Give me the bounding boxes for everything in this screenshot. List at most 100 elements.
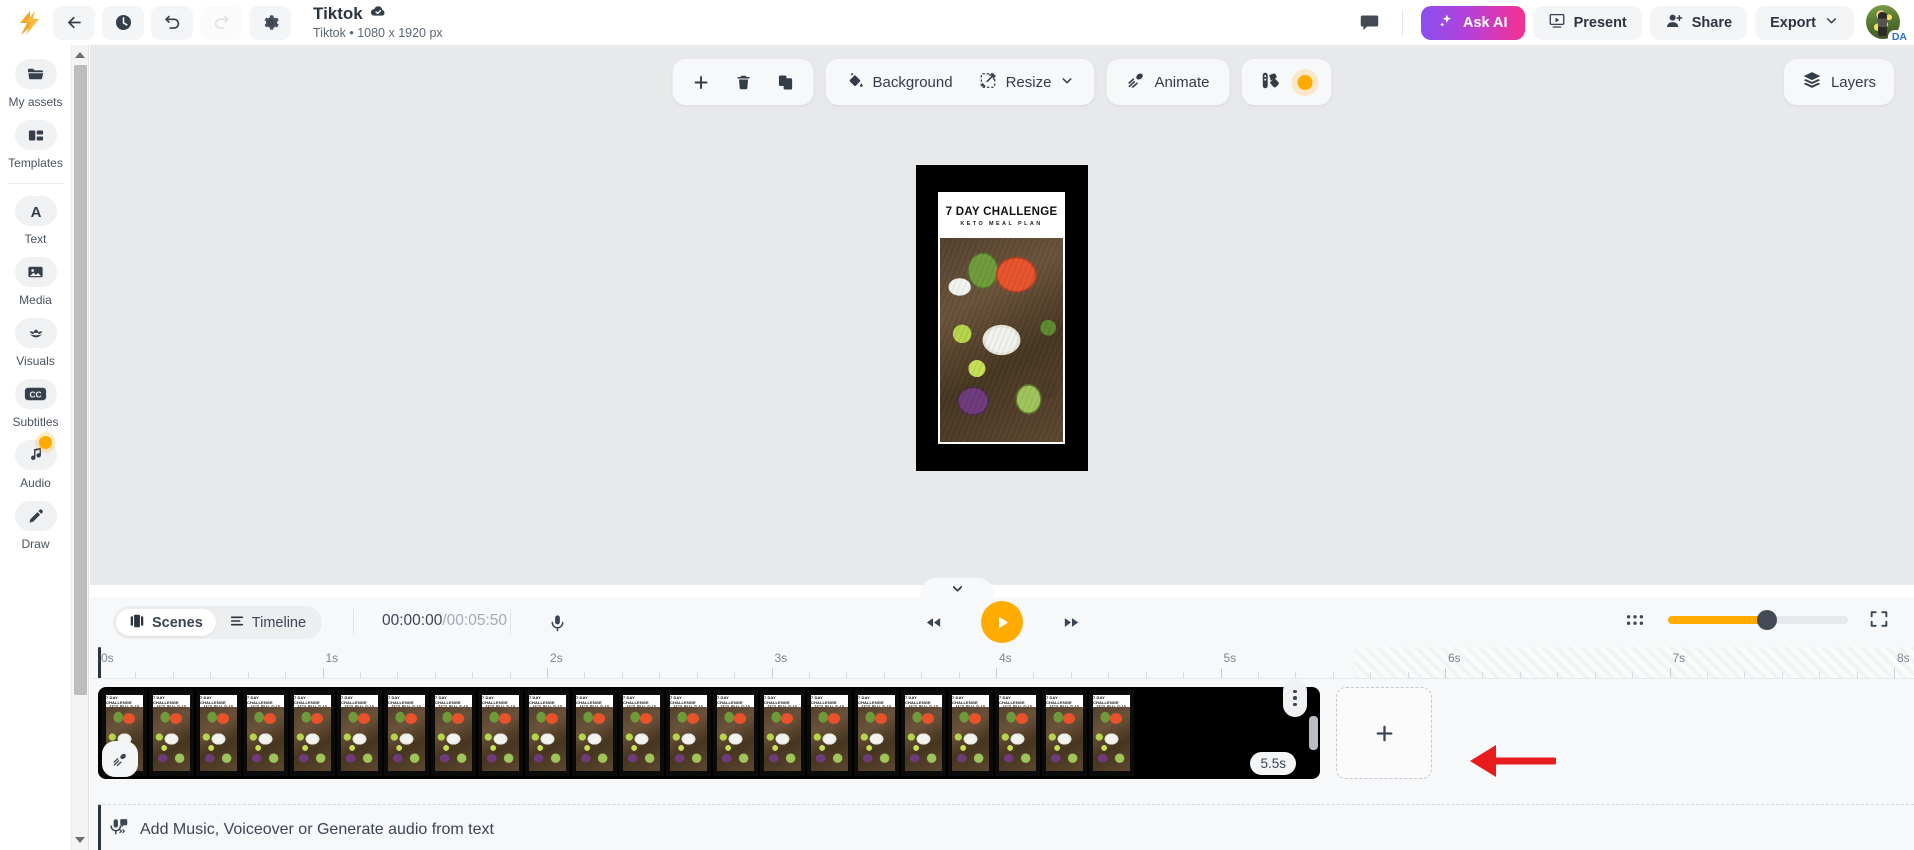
playhead[interactable] — [98, 647, 101, 678]
canvas-stage[interactable]: 7 DAY CHALLENGE KETO MEAL PLAN — [916, 165, 1088, 471]
duplicate-button[interactable] — [766, 63, 806, 101]
frame-poster-title: 7 DAY CHALLENGE — [294, 695, 320, 705]
comment-icon[interactable] — [1348, 6, 1392, 40]
rewind-icon[interactable] — [919, 608, 947, 636]
toolbar-group-page: Background Resize — [825, 59, 1095, 105]
sidebar-item-subtitles[interactable]: CC Subtitles — [3, 379, 69, 429]
dot — [1293, 696, 1297, 700]
export-button[interactable]: Export — [1755, 5, 1854, 40]
scene-menu-button[interactable] — [1283, 679, 1307, 717]
ruler-minor-tick — [958, 672, 960, 678]
sidebar-item-visuals[interactable]: Visuals — [3, 318, 69, 368]
tab-timeline[interactable]: Timeline — [216, 609, 319, 636]
timeline-collapse-handle[interactable] — [920, 578, 994, 600]
frame-poster-subtitle: KETO MEAL PLAN — [1002, 704, 1033, 708]
frame-poster-title: 7 DAY CHALLENGE — [341, 695, 367, 705]
poster-title: 7 DAY CHALLENGE — [945, 205, 1058, 218]
sidebar-item-text[interactable]: A Text — [3, 196, 69, 246]
grid-view-icon[interactable] — [1622, 607, 1648, 633]
scene-animate-button[interactable] — [102, 741, 138, 777]
sidebar-item-media[interactable]: Media — [3, 257, 69, 307]
ruler-minor-tick — [1370, 672, 1372, 678]
sidebar-item-draw[interactable]: Draw — [3, 501, 69, 551]
zoom-slider[interactable] — [1668, 610, 1848, 630]
add-scene-button[interactable] — [1336, 687, 1432, 779]
letter-a-icon: A — [14, 196, 57, 226]
frame-image: 7 DAY CHALLENGE KETO MEAL PLAN — [764, 695, 801, 771]
ruler-tick — [1669, 668, 1671, 678]
frame-poster-header: 7 DAY CHALLENGE KETO MEAL PLAN — [1093, 695, 1130, 708]
fullscreen-icon[interactable] — [1868, 608, 1892, 632]
share-button[interactable]: Share — [1649, 5, 1748, 40]
frame-poster-header: 7 DAY CHALLENGE KETO MEAL PLAN — [529, 695, 566, 708]
timeline-zoom-controls — [1622, 607, 1892, 633]
resize-button[interactable]: Resize — [967, 63, 1087, 101]
controls-divider-1 — [353, 609, 354, 635]
ruler-minor-tick — [135, 672, 137, 678]
frame-image: 7 DAY CHALLENGE KETO MEAL PLAN — [529, 695, 566, 771]
play-icon — [998, 616, 1008, 628]
avatar-initials: DA — [1887, 29, 1911, 44]
image-texture — [940, 238, 1063, 442]
add-element-button[interactable] — [681, 63, 722, 101]
history-icon[interactable] — [102, 5, 144, 40]
scroll-up-arrow-icon[interactable] — [75, 52, 85, 58]
ruler-minor-tick — [883, 672, 885, 678]
audio-track-playhead — [98, 805, 101, 850]
layers-label: Layers — [1830, 73, 1876, 91]
sidebar-scrollbar[interactable] — [72, 45, 89, 850]
layers-button[interactable]: Layers — [1783, 59, 1894, 105]
resize-icon — [979, 71, 998, 94]
timeline-ruler[interactable]: 0s 1s 2s 3s 4s 5s 6s 7s 8s — [90, 647, 1914, 679]
fast-forward-icon[interactable] — [1057, 608, 1085, 636]
background-button[interactable]: Background — [834, 63, 965, 101]
frame-food-image — [811, 707, 848, 771]
present-button[interactable]: Present — [1532, 5, 1642, 40]
scene-clip[interactable]: 7 DAY CHALLENGE KETO MEAL PLAN 7 DAY CHALL… — [98, 679, 1320, 779]
frame-poster-header: 7 DAY CHALLENGE KETO MEAL PLAN — [858, 695, 895, 708]
sidebar-item-audio[interactable]: Audio — [3, 436, 69, 490]
frame-food-image — [294, 707, 331, 771]
tab-scenes[interactable]: Scenes — [116, 609, 216, 636]
play-button[interactable] — [981, 601, 1023, 643]
redo-icon[interactable] — [200, 5, 242, 40]
frame-poster-subtitle: KETO MEAL PLAN — [1096, 704, 1127, 708]
scroll-down-arrow-icon[interactable] — [75, 837, 85, 843]
frame-food-image — [670, 707, 707, 771]
frame-poster-header: 7 DAY CHALLENGE KETO MEAL PLAN — [294, 695, 331, 708]
frame-poster-header: 7 DAY CHALLENGE KETO MEAL PLAN — [482, 695, 519, 708]
frame-food-image — [435, 707, 472, 771]
svg-text:A: A — [30, 204, 41, 221]
canvas-artboard[interactable]: 7 DAY CHALLENGE KETO MEAL PLAN — [938, 192, 1065, 444]
sidebar-item-templates[interactable]: Templates — [3, 120, 69, 170]
scene-trim-handle[interactable] — [1309, 716, 1318, 750]
ruler-tick — [1445, 668, 1446, 678]
sidebar-item-my-assets[interactable]: My assets — [3, 59, 69, 109]
avatar[interactable]: DA — [1866, 4, 1911, 44]
delete-button[interactable] — [724, 63, 764, 101]
ruler-minor-tick — [434, 672, 436, 678]
ruler-tick-label: 7s — [1672, 651, 1686, 665]
ruler-minor-tick — [1332, 672, 1334, 678]
audio-track[interactable]: Add Music, Voiceover or Generate audio f… — [98, 804, 1914, 850]
back-icon[interactable] — [53, 5, 95, 40]
ask-ai-button[interactable]: Ask AI — [1420, 5, 1525, 40]
frame-poster-header: 7 DAY CHALLENGE KETO MEAL PLAN — [153, 695, 190, 708]
chevron-down-icon — [1824, 13, 1839, 32]
ruler-minor-tick — [247, 672, 249, 678]
scrollbar-thumb[interactable] — [74, 65, 87, 695]
zoom-slider-handle[interactable] — [1757, 610, 1777, 630]
animate-button[interactable]: Animate — [1114, 63, 1221, 101]
current-time: 00:00:00 — [382, 612, 443, 629]
controls-divider-2 — [510, 609, 511, 635]
settings-gear-icon[interactable] — [249, 5, 291, 40]
scene-frame-thumbnail: 7 DAY CHALLENGE KETO MEAL PLAN — [431, 690, 476, 776]
frame-food-image — [999, 707, 1036, 771]
frame-poster-header: 7 DAY CHALLENGE KETO MEAL PLAN — [717, 695, 754, 708]
undo-icon[interactable] — [151, 5, 193, 40]
styles-button[interactable] — [1249, 63, 1323, 101]
frame-food-image — [247, 707, 284, 771]
lightning-logo[interactable] — [12, 6, 46, 40]
microphone-icon[interactable] — [540, 606, 574, 639]
music-note-icon — [14, 436, 57, 470]
